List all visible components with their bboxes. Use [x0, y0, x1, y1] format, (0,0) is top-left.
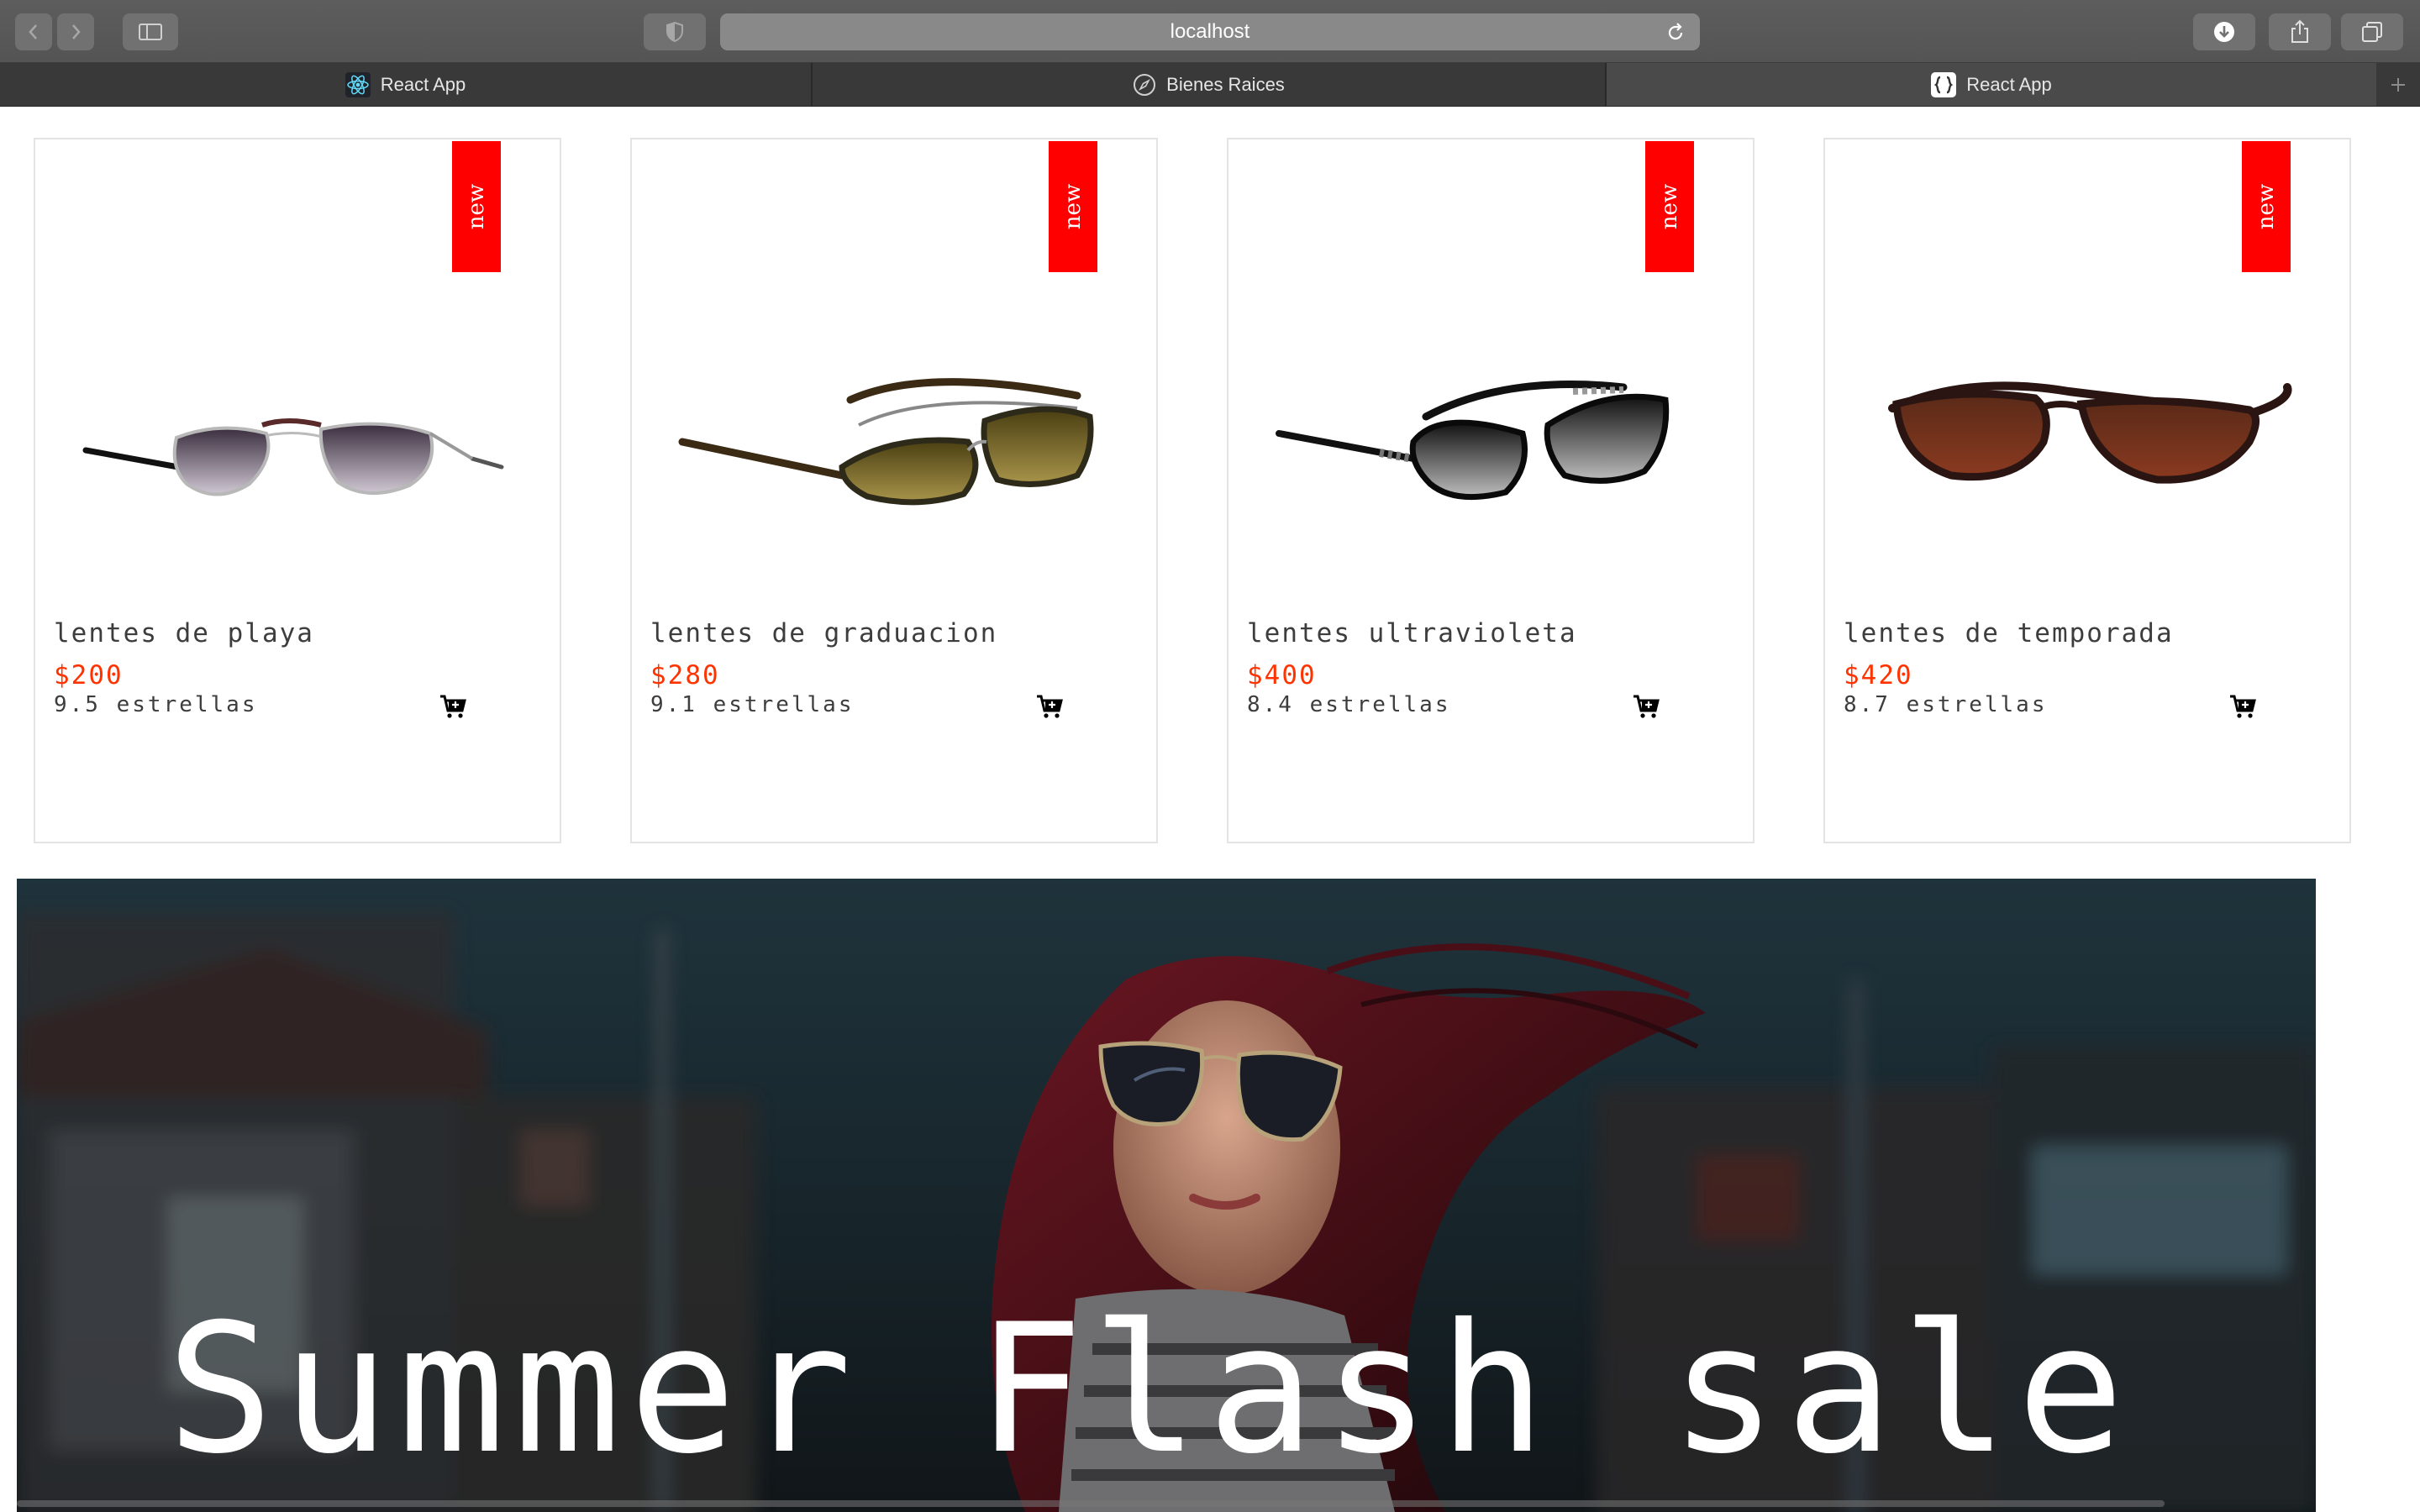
privacy-report-button[interactable]	[644, 13, 706, 50]
back-button[interactable]	[15, 13, 52, 50]
product-price: $420	[1844, 660, 1913, 690]
tab-bienes-raices[interactable]: Bienes Raices	[813, 63, 1605, 106]
new-tab-button[interactable]	[2376, 63, 2420, 106]
product-rating: 9.1 estrellas	[650, 692, 855, 717]
product-name: lentes de playa	[54, 618, 314, 648]
tortoise-sunglasses-image	[678, 378, 1094, 506]
brackets-icon	[1931, 71, 1957, 97]
new-badge: new	[452, 141, 501, 272]
address-text: localhost	[1170, 20, 1250, 43]
product-card[interactable]: new lentes de graduacion $280 9.1 estrel…	[630, 138, 1158, 843]
new-badge: new	[2242, 141, 2291, 272]
chevron-right-icon	[72, 24, 81, 39]
tab-bar: React App Bienes Raices React App	[0, 63, 2420, 107]
sidebar-icon	[139, 24, 162, 40]
product-rating: 8.4 estrellas	[1247, 692, 1451, 717]
forward-button[interactable]	[57, 13, 94, 50]
product-name: lentes de temporada	[1844, 618, 2174, 648]
brown-sunglasses-image	[1888, 381, 2292, 484]
browser-toolbar: localhost	[0, 0, 2420, 63]
product-price: $200	[54, 660, 124, 690]
share-button[interactable]	[2269, 13, 2331, 50]
tab-label: React App	[1966, 73, 2052, 95]
chevron-left-icon	[29, 24, 37, 39]
cat-eye-sunglasses-image	[1276, 381, 1670, 501]
tab-react-app-active[interactable]: React App	[1607, 63, 2376, 106]
product-card[interactable]: new lentes de playa $200 9.5 estrellas	[34, 138, 561, 843]
new-badge: new	[1645, 141, 1694, 272]
share-icon	[2291, 19, 2308, 43]
react-icon	[345, 71, 371, 97]
aviator-sunglasses-image	[82, 418, 504, 496]
add-to-cart-icon[interactable]	[2228, 694, 2257, 719]
horizontal-scrollbar[interactable]	[17, 1500, 2165, 1507]
plus-icon	[2391, 77, 2405, 92]
product-card[interactable]: new lentes ultravioleta $400 8.4 estrell…	[1227, 138, 1754, 843]
add-to-cart-icon[interactable]	[439, 694, 467, 719]
address-bar[interactable]: localhost	[720, 13, 1700, 50]
download-icon	[2214, 22, 2234, 42]
tab-react-app-1[interactable]: React App	[0, 63, 811, 106]
compass-icon	[1134, 73, 1156, 96]
sidebar-toggle-button[interactable]	[123, 13, 178, 50]
product-name: lentes ultravioleta	[1247, 618, 1577, 648]
banner-title: Summer Flash sale	[166, 1285, 2133, 1493]
add-to-cart-icon[interactable]	[1632, 694, 1660, 719]
product-price: $400	[1247, 660, 1317, 690]
product-name: lentes de graduacion	[650, 618, 998, 648]
product-rating: 8.7 estrellas	[1844, 692, 2048, 717]
product-price: $280	[650, 660, 720, 690]
tab-label: React App	[380, 73, 466, 95]
product-card[interactable]: new lentes de temporada $420 8.7 estrell…	[1823, 138, 2351, 843]
reload-icon[interactable]	[1665, 22, 1686, 44]
product-rating: 9.5 estrellas	[54, 692, 258, 717]
new-badge: new	[1049, 141, 1097, 272]
tab-label: Bienes Raices	[1166, 73, 1285, 95]
tabs-overview-icon	[2362, 22, 2382, 42]
downloads-button[interactable]	[2193, 13, 2255, 50]
shield-icon	[666, 21, 683, 43]
add-to-cart-icon[interactable]	[1035, 694, 1064, 719]
tab-overview-button[interactable]	[2341, 13, 2403, 50]
